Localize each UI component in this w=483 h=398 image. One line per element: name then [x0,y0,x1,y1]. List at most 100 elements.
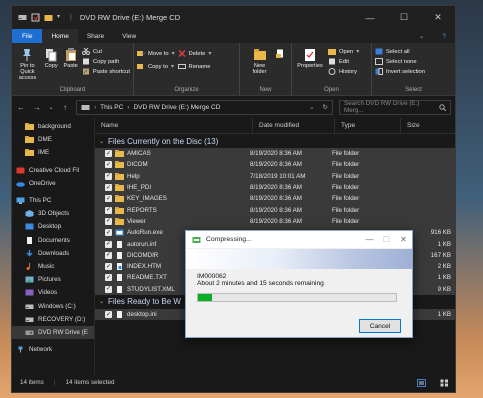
collapse-chevron-icon[interactable]: ⌄ [99,298,104,305]
cancel-button[interactable]: Cancel [359,319,401,333]
refresh-icon[interactable]: ↻ [323,103,332,111]
checkbox-icon[interactable]: ✓ [105,251,112,259]
checkbox-icon[interactable]: ✓ [105,263,112,271]
table-row[interactable]: ✓ Viewer 8/19/2020 8:36 AM File folder [95,215,455,228]
tab-share[interactable]: Share [78,29,113,43]
sidebar-item[interactable]: IME [12,146,94,159]
edit-button[interactable]: Edit [328,58,359,65]
forward-arrow-icon[interactable]: → [32,103,42,112]
checkbox-icon[interactable]: ✓ [105,274,112,282]
dialog-maximize-button[interactable]: ☐ [378,235,395,244]
sidebar-item-label: Videos [38,289,58,297]
cell-name: ✓ REPORTS [95,206,247,214]
collapse-chevron-icon[interactable]: ⌄ [99,138,104,145]
cut-button[interactable]: Cut [81,48,130,55]
up-arrow-icon[interactable]: ↑ [60,103,70,112]
checkbox-icon[interactable]: ✓ [105,311,112,318]
details-view-icon[interactable] [417,378,430,387]
sidebar-item[interactable]: Desktop [12,220,94,233]
table-row[interactable]: ✓ KEY_IMAGES 8/19/2020 8:36 AM File folder [95,193,455,205]
sidebar-item[interactable]: DME [12,133,94,146]
sidebar-item[interactable]: Videos [12,286,94,299]
copy-to-button[interactable]: Copy to ▾ [137,63,175,70]
address-bar[interactable]: › This PC › DVD RW Drive (E:) Merge CD ⌄… [76,99,333,115]
new-folder-button[interactable]: New folder [247,45,273,85]
sidebar-item[interactable]: Windows (C:) [12,299,94,312]
sidebar-item[interactable]: background [12,120,94,133]
breadcrumb-this-pc[interactable]: This PC [100,104,123,111]
checkbox-icon[interactable]: ✓ [105,240,112,248]
table-row[interactable]: ✓ AMICAS 8/19/2020 8:36 AM File folder [95,148,455,160]
dialog-minimize-button[interactable]: — [361,235,378,244]
back-arrow-icon[interactable]: ← [16,103,26,112]
select-none-button[interactable]: Select none [375,58,425,65]
address-dropdown-icon[interactable]: ⌄ [309,103,318,111]
column-size[interactable]: Size [401,118,455,133]
large-icons-view-icon[interactable] [440,379,455,387]
recent-chevron-icon[interactable]: ⌄ [48,104,54,111]
checkbox-icon[interactable]: ✓ [105,161,112,169]
sidebar-item[interactable]: Pictures [12,273,94,286]
column-date[interactable]: Date modified [253,118,335,133]
move-to-button[interactable]: Move to ▾ [137,50,175,57]
help-icon[interactable]: ? [433,29,455,43]
table-row[interactable]: ✓ IHE_PDI 8/19/2020 8:36 AM File folder [95,181,455,194]
table-row[interactable]: ✓ REPORTS 8/19/2020 8:36 AM File folder [95,204,455,216]
column-type[interactable]: Type [335,118,401,133]
pin-icon [20,47,34,62]
pc-icon [16,197,25,205]
dialog-close-button[interactable]: ✕ [395,235,412,244]
sidebar-item[interactable]: 3D Objects [12,207,94,220]
table-row[interactable]: ✓ Help 7/18/2019 10:01 AM File folder [95,170,455,182]
sidebar-item[interactable]: DVD RW Drive (E [12,325,94,339]
invert-selection-button[interactable]: Invert selection [375,68,425,75]
tab-home[interactable]: Home [42,29,78,43]
new-item-icon[interactable] [275,45,285,85]
close-button[interactable]: ✕ [421,6,455,29]
history-button[interactable]: History [328,68,359,75]
paste-shortcut-button[interactable]: Paste shortcut [82,68,130,75]
tab-file[interactable]: File [12,29,43,43]
breadcrumb-drive[interactable]: DVD RW Drive (E:) Merge CD [133,104,220,111]
file-name: REPORTS [127,206,157,214]
delete-button[interactable]: Delete ▾ [178,50,211,57]
checkbox-icon[interactable]: ✓ [105,150,112,158]
checkbox-icon[interactable]: ✓ [105,229,112,237]
customize-chevron-icon[interactable]: ▾ [57,13,66,22]
sidebar-item[interactable]: RECOVERY (D:) [12,313,94,326]
file-icon [115,263,124,271]
open-button[interactable]: Open ▾ [328,48,359,55]
group-header-on-disc[interactable]: ⌄ Files Currently on the Disc (13) [95,134,455,148]
checkbox-icon[interactable]: ✓ [105,285,112,293]
checkbox-icon[interactable]: ✓ [105,172,112,180]
sidebar-item[interactable]: This PC [12,194,94,207]
sidebar-item[interactable]: Network [12,343,94,356]
column-name[interactable]: Name [95,118,253,133]
properties-icon[interactable] [31,13,40,22]
pin-quick-access-button[interactable]: Pin to Quick access [15,45,40,85]
checkbox-icon[interactable]: ✓ [105,217,112,225]
checkbox-icon[interactable]: ✓ [105,206,112,214]
paste-button[interactable]: Paste [62,45,79,85]
select-all-button[interactable]: Select all [375,48,425,55]
table-row[interactable]: ✓ DICOM 8/19/2020 8:36 AM File folder [95,159,455,171]
properties-button[interactable]: Properties [295,45,325,85]
search-input[interactable]: Search DVD RW Drive (E:) Merg... [339,99,451,115]
checkbox-icon[interactable]: ✓ [105,184,112,192]
copy-path-button[interactable]: Copy path [82,58,130,65]
sidebar-item[interactable]: Documents [12,234,94,247]
dialog-controls: — ☐ ✕ [361,235,412,244]
sidebar-item[interactable]: OneDrive [12,177,94,190]
ribbon-expand-chevron-icon[interactable]: ⌄ [410,29,433,43]
sidebar-item[interactable]: Music [12,260,94,273]
sidebar-item[interactable]: Downloads [12,247,94,260]
file-name: INDEX.HTM [127,263,162,271]
sidebar-item[interactable]: Creative Cloud Fil [12,164,94,177]
tab-view[interactable]: View [113,29,145,43]
rename-button[interactable]: Rename [177,63,212,70]
maximize-button[interactable]: ☐ [387,6,421,29]
minimize-button[interactable]: — [353,6,387,29]
new-folder-icon[interactable] [44,13,53,22]
checkbox-icon[interactable]: ✓ [105,195,112,203]
copy-button[interactable]: Copy [43,45,60,85]
